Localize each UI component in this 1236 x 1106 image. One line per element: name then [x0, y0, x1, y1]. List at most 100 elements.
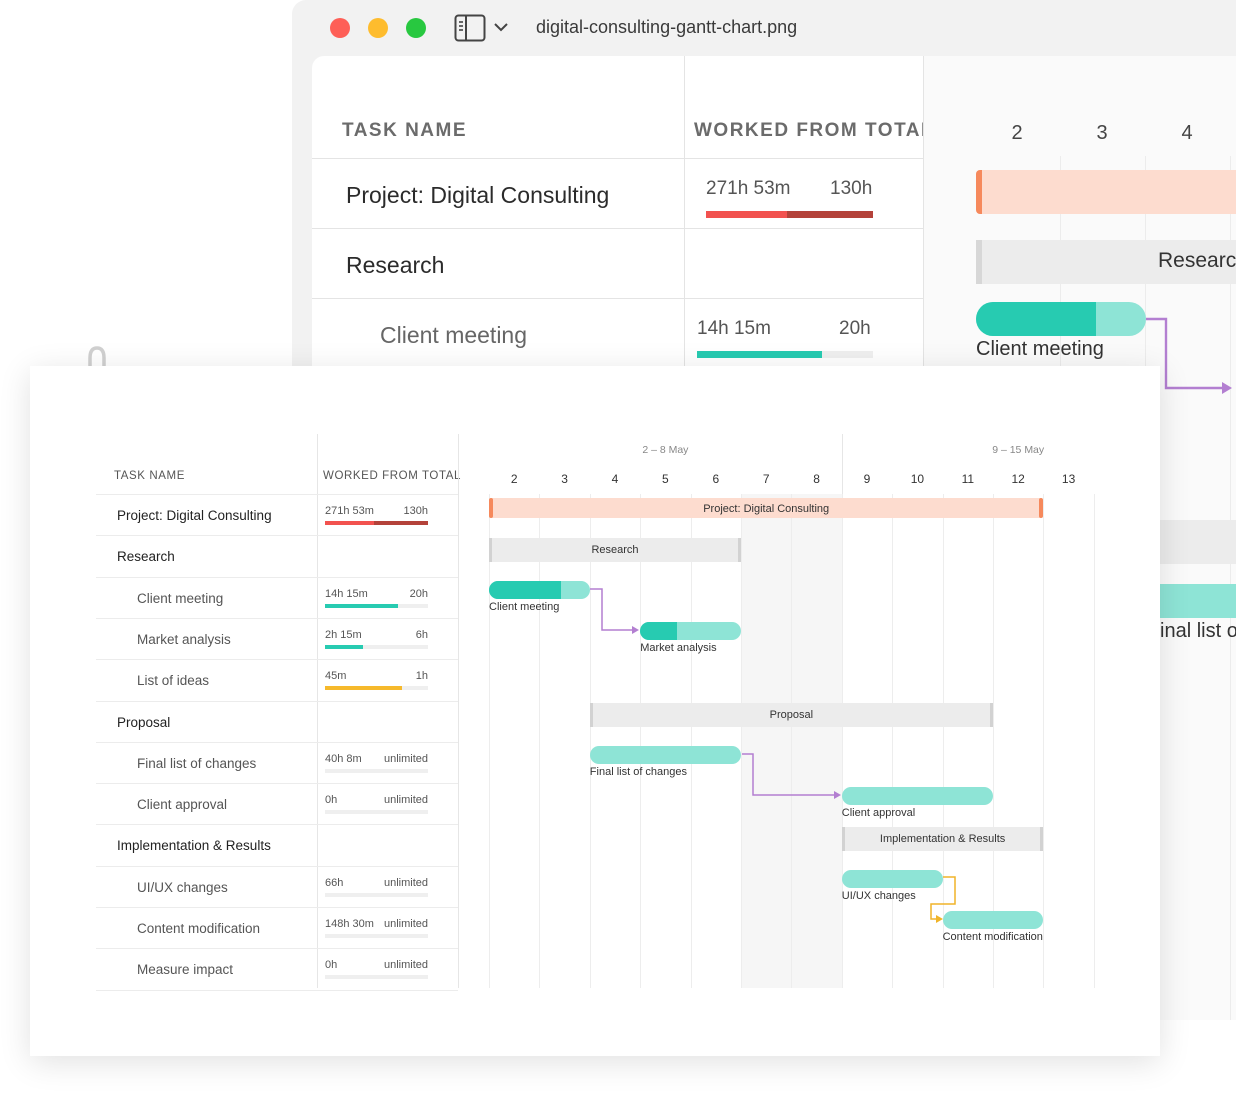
group-bar[interactable]: Proposal	[589, 703, 994, 727]
task-row[interactable]: Project: Digital Consulting 271h 53m 130h	[96, 494, 458, 536]
task-name: UI/UX changes	[137, 879, 228, 895]
progress-track	[325, 644, 428, 649]
total-value: 130h	[403, 505, 428, 517]
dependency-arrowhead	[936, 915, 943, 923]
window-titlebar: digital-consulting-gantt-chart.png	[292, 0, 1236, 56]
zoom-window-button[interactable]	[406, 18, 426, 38]
day-label: 4	[1181, 122, 1193, 144]
day-label: 3	[1096, 122, 1108, 144]
task-row[interactable]: UI/UX changes 66h unlimited	[96, 865, 458, 908]
task-name: Content modification	[137, 921, 261, 936]
sidebar-toggle-icon[interactable]	[454, 14, 486, 42]
task-name: Client approval	[137, 797, 228, 813]
progress-track	[325, 975, 428, 980]
task-name: Project: Digital Consulting	[117, 508, 272, 523]
total-value: unlimited	[383, 918, 428, 930]
column-divider	[684, 56, 685, 366]
task-progress-fill	[640, 622, 678, 640]
total-value: unlimited	[383, 959, 428, 972]
progress-track	[325, 934, 428, 938]
row-divider	[312, 158, 924, 159]
bar-label: Implementation & Results	[879, 833, 1006, 845]
task-name: Proposal	[117, 714, 171, 730]
worked-value: 271h 53m	[325, 505, 374, 517]
task-name: Research	[346, 252, 445, 278]
total-value: 6h	[415, 628, 428, 641]
task-row[interactable]: List of ideas 45m 1h	[96, 659, 458, 701]
task-bar[interactable]	[489, 581, 590, 599]
task-name: Market analysis	[137, 631, 231, 647]
day-label: 2	[1011, 122, 1023, 144]
progress-track	[325, 603, 428, 608]
task-bar[interactable]	[942, 911, 1044, 929]
progress-bar	[706, 211, 787, 218]
gantt-timeline: 2 3 4 5 6 7 8 9 10 11 12 13 2 – 8 May 9 – 15 May Proj…	[459, 434, 1160, 988]
task-row[interactable]: Client meeting 14h 15m 20h	[96, 576, 458, 619]
progress-fill	[325, 644, 364, 649]
task-bar-final-list-partial	[1160, 584, 1236, 618]
progress-fill	[325, 603, 399, 608]
dependency-arrowhead	[834, 791, 841, 799]
project-bar[interactable]: Project: Digital Consulting	[489, 498, 1044, 518]
worked-value: 271h 53m	[706, 178, 791, 199]
task-row[interactable]: Client approval 0h unlimited	[96, 783, 458, 825]
overrun-fill	[374, 521, 428, 525]
task-bar[interactable]	[841, 870, 943, 888]
worked-value: 45m	[325, 670, 347, 683]
group-bar[interactable]: Implementation & Results	[841, 827, 1044, 851]
task-row[interactable]: Final list of changes 40h 8m unlimited	[96, 741, 458, 784]
task-row[interactable]: Research	[96, 535, 458, 577]
task-name: Research	[117, 549, 175, 565]
close-window-button[interactable]	[330, 18, 350, 38]
task-bar-label: Client meeting	[489, 601, 560, 613]
task-bar-label: UI/UX changes	[841, 890, 916, 902]
column-header-task-name: TASK NAME	[342, 120, 468, 141]
dependency-arrow	[742, 753, 835, 796]
progress-track	[325, 768, 428, 773]
task-bar[interactable]	[640, 622, 741, 640]
bar-label: Research	[591, 544, 639, 556]
task-row[interactable]: Market analysis 2h 15m 6h	[96, 617, 458, 660]
task-bar-label: Client meeting	[976, 338, 1104, 360]
worked-value: 148h 30m	[325, 918, 374, 930]
worked-value: 0h	[325, 794, 338, 807]
task-name: Client meeting	[380, 322, 528, 348]
worked-value: 14h 15m	[697, 318, 771, 339]
task-bar-label: Content modification	[942, 931, 1043, 943]
progress-track	[325, 810, 428, 815]
gantt-chart-card: TASK NAME WORKED FROM TOTAL Project: Dig…	[30, 366, 1160, 1056]
task-bar-label: Market analysis	[640, 642, 717, 654]
worked-value: 40h 8m	[325, 752, 362, 765]
row-divider	[312, 228, 924, 229]
window-title: digital-consulting-gantt-chart.png	[536, 17, 798, 37]
task-bar[interactable]	[589, 746, 741, 764]
column-header-worked: WORKED FROM TOTAL	[323, 470, 461, 482]
progress-track	[325, 521, 428, 525]
project-bar[interactable]	[976, 170, 1236, 214]
dependency-arrowhead	[632, 626, 639, 634]
worked-value: 0h	[325, 959, 338, 972]
task-row[interactable]: Measure impact 0h unlimited	[96, 948, 458, 992]
task-name: List of ideas	[137, 673, 210, 689]
task-row[interactable]: Proposal	[96, 700, 458, 743]
minimize-window-button[interactable]	[368, 18, 388, 38]
bar-label: Project: Digital Consulting	[703, 503, 830, 515]
total-value: unlimited	[383, 752, 428, 765]
task-bar[interactable]	[841, 787, 993, 805]
total-value: 20h	[839, 318, 871, 339]
chevron-down-icon[interactable]	[492, 18, 510, 36]
worked-value: 14h 15m	[325, 587, 368, 600]
progress-track	[325, 686, 428, 691]
task-bar-label: Client approval	[841, 807, 916, 819]
task-bar-label: inal list of	[1160, 620, 1236, 642]
task-row[interactable]: Implementation & Results	[96, 824, 458, 866]
column-header-worked: WORKED FROM TOTAL	[694, 120, 935, 141]
group-bar[interactable]: Research	[489, 538, 741, 562]
task-bar-client-meeting[interactable]	[976, 302, 1146, 336]
progress-fill	[325, 521, 375, 525]
dependency-arrow	[590, 588, 633, 631]
total-value: 130h	[830, 178, 873, 199]
task-row[interactable]: Content modification 148h 30m unlimited	[96, 907, 458, 949]
column-header-task-name: TASK NAME	[114, 470, 186, 482]
task-name: Client meeting	[137, 590, 224, 606]
